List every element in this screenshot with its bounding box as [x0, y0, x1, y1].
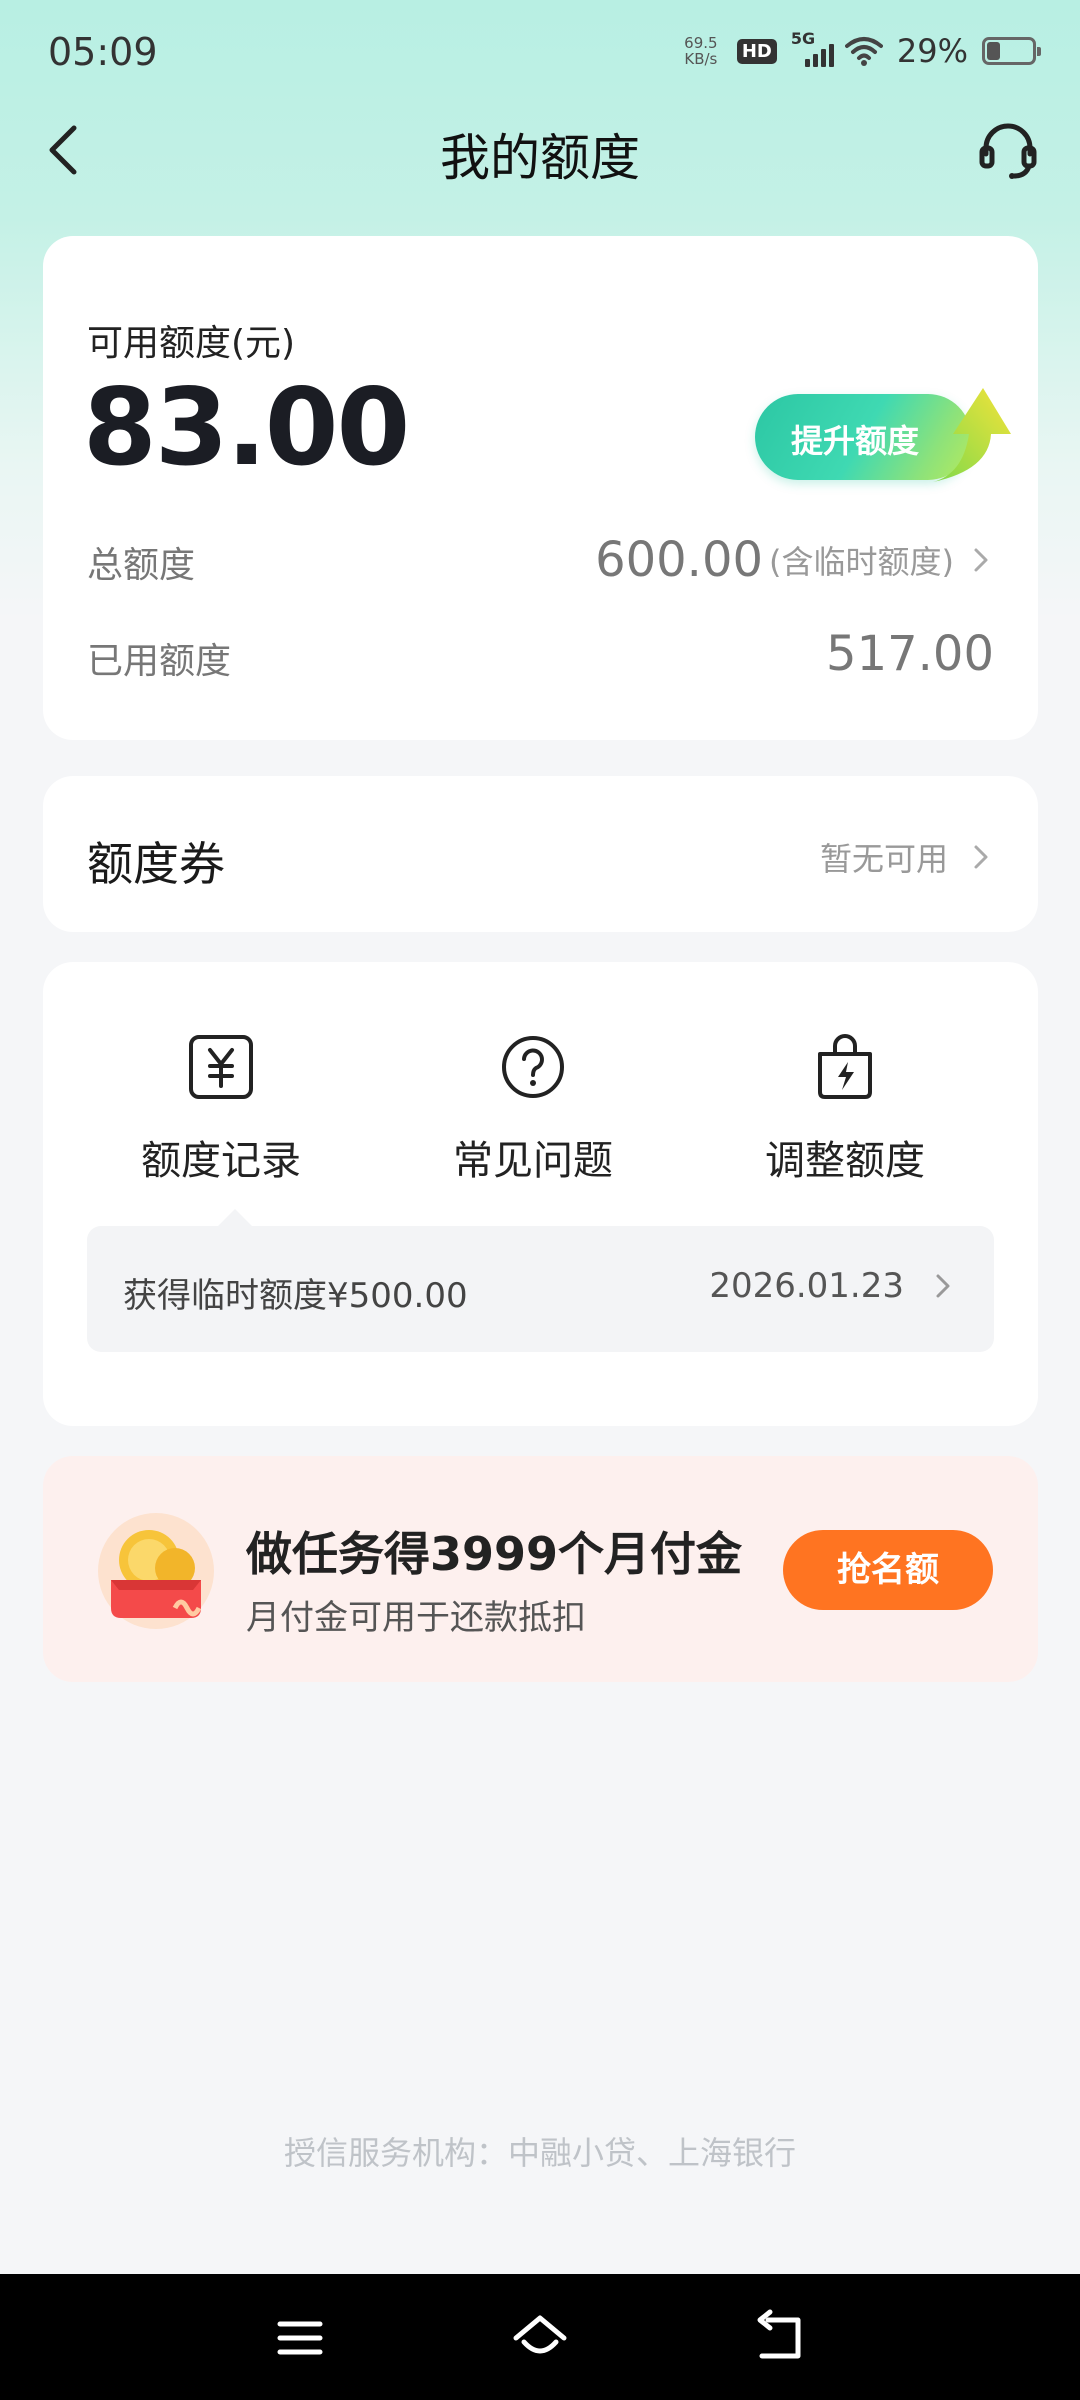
- hd-icon: HD: [736, 38, 777, 64]
- headset-icon[interactable]: [976, 118, 1040, 182]
- record-date-group: 2026.01.23: [709, 1266, 954, 1306]
- menu-label: 常见问题: [453, 1138, 613, 1184]
- used-quota-value: 517.00: [826, 626, 994, 682]
- promo-title: 做任务得3999个月付金: [246, 1527, 743, 1581]
- temporary-quota-note: (含临时额度): [769, 543, 954, 581]
- system-nav-bar: [0, 2274, 1080, 2400]
- available-quota-label: 可用额度(元): [87, 323, 296, 364]
- credit-institution-note: 授信服务机构：中融小贷、上海银行: [283, 2134, 796, 2172]
- menu-label: 调整额度: [765, 1138, 925, 1184]
- battery-fill: [987, 42, 1000, 60]
- wifi-icon: [844, 37, 883, 66]
- lightning-bag-icon: [818, 1034, 872, 1099]
- available-quota-amount: 83.00: [83, 366, 410, 489]
- menu-item-adjust-quota[interactable]: 调整额度: [695, 1032, 995, 1186]
- network-speed: 69.5 KB/s: [684, 34, 718, 68]
- menu-label: 额度记录: [141, 1138, 301, 1184]
- nav-bar: 我的额度: [0, 100, 1080, 200]
- chevron-right-icon: [974, 548, 988, 572]
- battery-percent: 29%: [896, 32, 968, 70]
- status-bar: 05:09 69.5 KB/s HD 5G 29%: [0, 0, 1080, 110]
- quota-menu-card: 额度记录 常见问题 调整额度 获得临时额度¥500.00 2026.01.23: [43, 962, 1038, 1426]
- raise-quota-label: 提升额度: [791, 422, 920, 460]
- quota-coupon-card[interactable]: 额度券 暂无可用: [43, 776, 1038, 932]
- chevron-right-icon: [936, 1274, 950, 1298]
- coupon-title: 额度券: [87, 837, 225, 891]
- record-date: 2026.01.23: [709, 1266, 904, 1306]
- grab-slot-button[interactable]: 抢名额: [783, 1530, 993, 1610]
- home-icon[interactable]: [510, 2308, 570, 2368]
- promo-card[interactable]: 做任务得3999个月付金 月付金可用于还款抵扣 抢名额: [43, 1456, 1038, 1682]
- pointer-notch: [218, 1209, 252, 1243]
- page-title: 我的额度: [440, 129, 640, 187]
- arrow-up-icon: [933, 388, 1011, 482]
- coupon-status-text: 暂无可用: [819, 840, 948, 878]
- promo-subtitle: 月付金可用于还款抵扣: [246, 1598, 586, 1638]
- total-quota-row[interactable]: 600.00 (含临时额度): [595, 532, 992, 588]
- record-text: 获得临时额度¥500.00: [123, 1276, 468, 1316]
- used-quota-label: 已用额度: [87, 641, 232, 682]
- back-icon[interactable]: [750, 2308, 810, 2368]
- status-indicators: 69.5 KB/s HD 5G 29%: [679, 29, 1041, 70]
- status-time: 05:09: [48, 30, 158, 74]
- yuan-receipt-icon: [189, 1035, 253, 1099]
- latest-record-bar[interactable]: 获得临时额度¥500.00 2026.01.23: [87, 1209, 994, 1352]
- menu-item-faq[interactable]: 常见问题: [383, 1032, 683, 1186]
- signal-icon: 5G: [791, 29, 834, 69]
- menu-item-quota-records[interactable]: 额度记录: [71, 1032, 371, 1186]
- chevron-right-icon: [974, 845, 988, 869]
- coin-wallet-icon: [98, 1513, 214, 1629]
- quota-card: 可用额度(元) 83.00 提升额度 总额度 600.00 (含临时额度) 已用…: [43, 236, 1038, 740]
- total-quota-label: 总额度: [87, 545, 196, 586]
- total-quota-value: 600.00: [595, 532, 764, 588]
- question-circle-icon: [502, 1036, 564, 1098]
- coupon-status: 暂无可用: [820, 834, 992, 880]
- menu-icon[interactable]: [270, 2308, 330, 2368]
- battery-icon: [982, 37, 1041, 65]
